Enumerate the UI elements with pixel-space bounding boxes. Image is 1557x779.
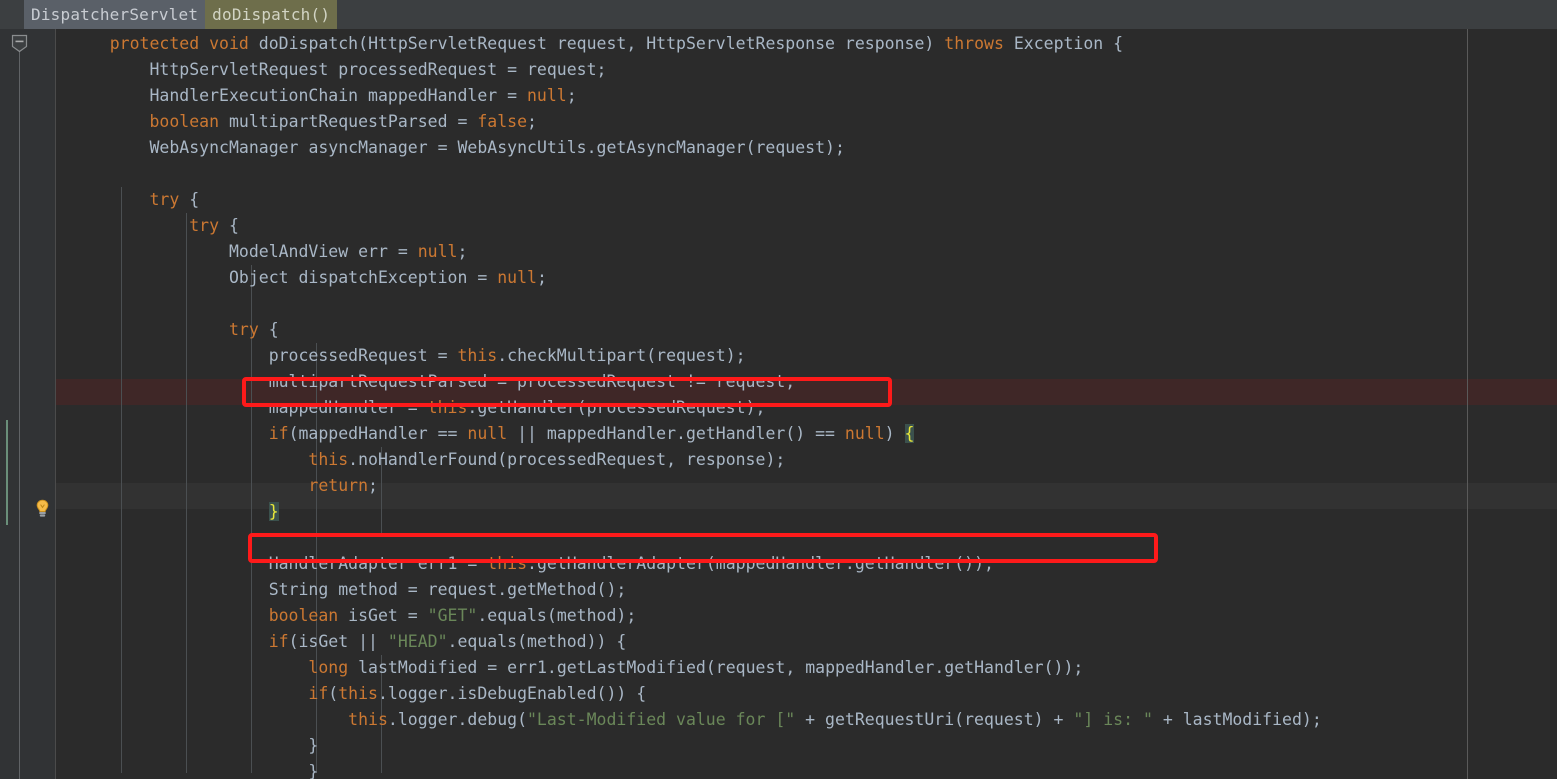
breadcrumb-method[interactable]: doDispatch() <box>205 0 338 29</box>
breadcrumb: DispatcherServlet doDispatch() <box>0 0 1557 30</box>
code-text-area[interactable]: protected void doDispatch(HttpServletReq… <box>56 29 1557 779</box>
code-line: HttpServletRequest processedRequest = re… <box>149 60 607 79</box>
fold-collapse-icon[interactable] <box>10 34 29 53</box>
code-line: if(isGet || "HEAD".equals(method)) { <box>268 632 627 651</box>
code-fold-region-line <box>19 51 20 779</box>
code-line: if(this.logger.isDebugEnabled()) { <box>308 684 647 703</box>
code-line: String method = request.getMethod(); <box>268 580 627 599</box>
source-code[interactable]: protected void doDispatch(HttpServletReq… <box>56 29 1557 779</box>
code-line: HandlerAdapter err1 = this.getHandlerAda… <box>268 554 994 573</box>
code-line: processedRequest = this.checkMultipart(r… <box>268 346 746 365</box>
code-line: } <box>70 736 319 755</box>
breadcrumb-class[interactable]: DispatcherServlet <box>24 0 206 29</box>
code-line: protected void doDispatch(HttpServletReq… <box>109 34 1124 53</box>
code-line: HandlerExecutionChain mappedHandler = nu… <box>149 86 577 105</box>
code-line: try { <box>189 216 239 235</box>
code-line: return; <box>308 476 378 495</box>
code-line: ModelAndView err = null; <box>228 242 468 261</box>
matching-brace: } <box>268 502 279 521</box>
code-line: mappedHandler = this.getHandler(processe… <box>268 398 766 417</box>
code-line: if(mappedHandler == null || mappedHandle… <box>268 424 915 443</box>
vcs-modified-line-marker[interactable] <box>6 420 8 525</box>
code-line: WebAsyncManager asyncManager = WebAsyncU… <box>149 138 845 157</box>
intention-bulb-icon[interactable] <box>33 499 52 519</box>
code-line: this.logger.debug("Last-Modified value f… <box>348 710 1322 729</box>
code-line: multipartRequestParsed = processedReques… <box>268 372 796 391</box>
code-line: boolean isGet = "GET".equals(method); <box>268 606 637 625</box>
code-line: Object dispatchException = null; <box>228 268 547 287</box>
code-line: long lastModified = err1.getLastModified… <box>308 658 1084 677</box>
code-line: try { <box>149 190 200 209</box>
editor-gutter[interactable] <box>0 29 56 779</box>
matching-brace: { <box>904 424 915 443</box>
code-line: this.noHandlerFound(processedRequest, re… <box>308 450 786 469</box>
code-line: } <box>70 762 319 779</box>
code-line: try { <box>228 320 279 339</box>
code-line: boolean multipartRequestParsed = false; <box>149 112 537 131</box>
code-editor[interactable]: protected void doDispatch(HttpServletReq… <box>0 29 1557 779</box>
code-line: } <box>56 499 1557 525</box>
